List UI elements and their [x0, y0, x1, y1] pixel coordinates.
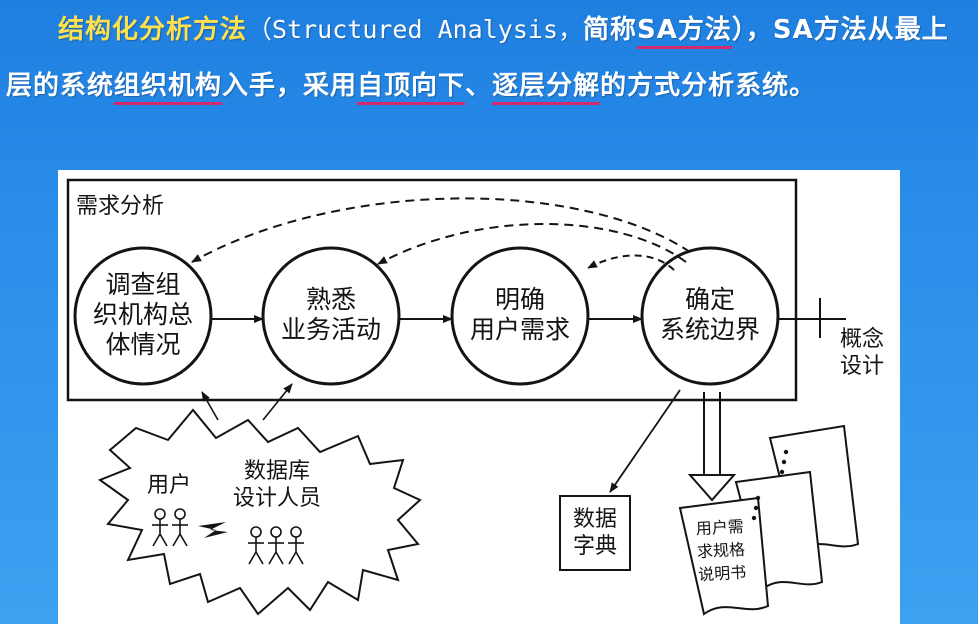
node-label-boundary: 确定 系统边界: [659, 285, 760, 344]
region-label: 需求分析: [76, 194, 165, 219]
node-label-business: 熟悉 业务活动: [280, 285, 381, 344]
full-name: （Structured Analysis，: [247, 15, 583, 44]
spec-doc-label: 用户需 求规格 说明书: [695, 516, 747, 585]
requirements-analysis-figure: 需求分析 调查组 织机构总 体情况 熟悉 业务活动 明确 用户需求 确定 系统边…: [58, 170, 900, 624]
arrow-to-spec-docs: [687, 392, 737, 502]
underline-top-down: 自顶向下: [357, 71, 466, 105]
node-label-requirements: 明确 用户需求: [469, 285, 570, 344]
cloud-arrow-to-business: [262, 383, 293, 421]
line2-end: 的方式分析系统。: [600, 71, 817, 101]
abbrev: SA方法: [637, 15, 732, 49]
data-dictionary-label: 数据 字典: [572, 507, 617, 559]
feedback-arrow-to-survey: [191, 197, 691, 263]
abbrev-prefix: 简称: [583, 15, 638, 45]
node-label-survey: 调查组 织机构总 体情况: [92, 270, 193, 359]
users-label: 用户: [146, 473, 191, 498]
intro-paragraph: 结构化分析方法（Structured Analysis，简称SA方法），SA方法…: [6, 2, 972, 114]
method-title: 结构化分析方法: [58, 15, 248, 45]
output-label: 概念 设计: [839, 327, 884, 379]
underline-layered: 逐层分解: [492, 71, 601, 105]
designers-label: 数据库 设计人员: [232, 459, 321, 511]
cloud-arrow-to-survey: [201, 391, 219, 421]
arrow-to-data-dictionary: [609, 389, 681, 493]
underline-org-structure: 组织机构: [114, 71, 223, 105]
diagram-canvas: [66, 178, 860, 616]
separator: 、: [465, 71, 493, 101]
participants-cloud: [97, 408, 422, 616]
line2-mid: 入手，采用: [222, 71, 358, 101]
close-text: ），SA: [731, 15, 814, 45]
